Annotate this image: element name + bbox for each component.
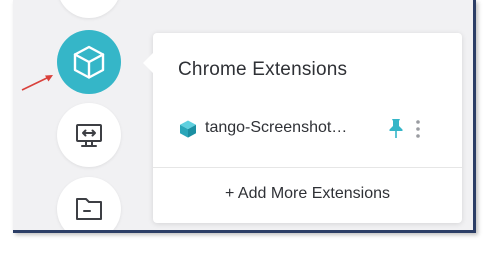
popup-title: Chrome Extensions — [178, 59, 348, 80]
extensions-popup: Chrome Extensions tango-Screenshot… + Ad… — [143, 33, 462, 223]
rail-item-top[interactable] — [57, 0, 121, 18]
extension-name: tango-Screenshot… — [205, 119, 348, 136]
cube-icon — [73, 45, 105, 79]
folder-button[interactable] — [57, 177, 121, 230]
more-options-icon[interactable] — [415, 119, 421, 139]
remote-desktop-button[interactable] — [57, 103, 121, 167]
folder-icon — [76, 198, 102, 220]
app-window: Chrome Extensions tango-Screenshot… + Ad… — [13, 0, 476, 233]
add-more-extensions-button[interactable]: + Add More Extensions — [153, 185, 462, 203]
popup-caret — [143, 53, 153, 73]
pin-icon[interactable] — [387, 118, 405, 140]
remote-desktop-icon — [76, 124, 102, 147]
annotation-arrow-icon — [21, 75, 53, 91]
extensions-button[interactable] — [57, 30, 121, 94]
cube-icon — [180, 120, 196, 138]
extension-item[interactable]: tango-Screenshot… — [153, 111, 462, 147]
divider — [153, 167, 462, 168]
